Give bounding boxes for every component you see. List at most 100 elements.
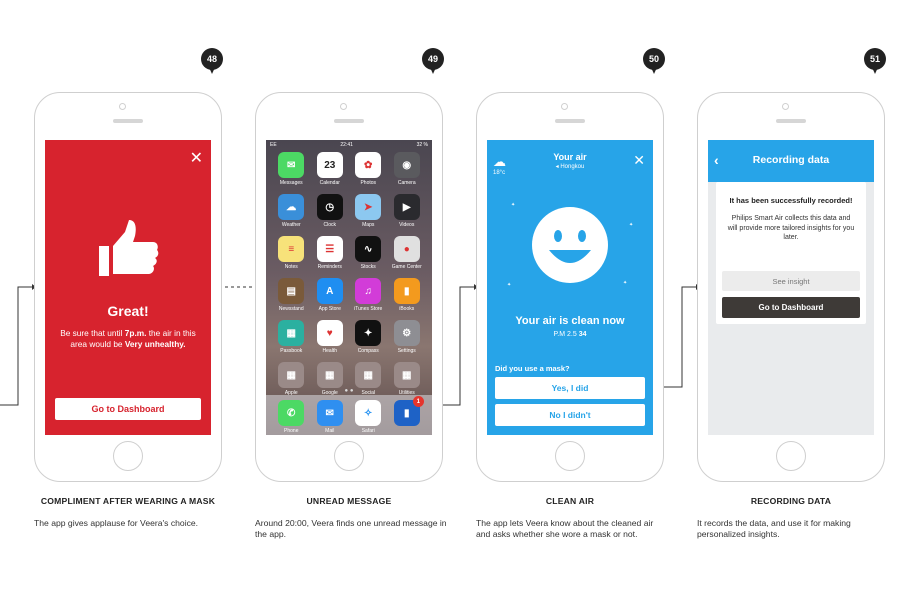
app-phone[interactable]: ✆ Phone [272,400,311,435]
health-icon: ♥ [316,320,343,346]
header-bar: ‹ Recording data [708,140,874,182]
app-label: Settings [397,348,416,354]
caption-description: The app gives applause for Veera's choic… [34,518,199,528]
app-health[interactable]: ♥ Health [311,320,350,354]
app-maps[interactable]: ➤ Maps [349,194,388,228]
temperature-label: 18°c [493,170,506,176]
safari-icon: ✧ [355,400,382,426]
app-philips-air-app[interactable]: ▮ 1 [388,396,427,435]
app-label: iBooks [399,306,415,312]
app-passbook[interactable]: ▦ Passbook [272,320,311,354]
dock: ✆ Phone ✉ Mail ✧ Safari ▮ 1 [266,395,432,435]
app-label: Game Center [391,264,422,270]
front-camera [782,103,789,110]
app-camera[interactable]: ◉ Camera [388,152,427,186]
app-ibooks[interactable]: ▮ iBooks [388,278,427,312]
app-safari[interactable]: ✧ Safari [349,400,388,435]
compass-icon: ✦ [355,320,382,346]
go-to-dashboard-button[interactable]: Go to Dashboard [55,398,201,420]
game-center-icon: ● [393,236,420,262]
speaker-grille [776,119,806,123]
go-to-dashboard-button[interactable]: Go to Dashboard [722,297,860,318]
settings-icon: ⚙ [393,320,420,346]
yes-mask-button[interactable]: Yes, I did [495,377,645,399]
apple-folder-icon: ▦ [278,362,305,388]
app-label: Compass [357,348,379,354]
caption-title: COMPLIMENT AFTER WEARING A MASK [40,496,216,506]
app-compass[interactable]: ✦ Compass [349,320,388,354]
home-button[interactable] [776,441,806,471]
passbook-icon: ▦ [278,320,305,346]
phone-mockup-clean-air: ☁ 18°c Your air ◂ Hongkou ✕ ✦ ✦ ✦ ✦ Your… [476,92,664,482]
speaker-grille [334,119,364,123]
app-label: Photos [360,180,377,186]
phone-mockup-unread-message: EE 22:41 32 % ✉ Messages 23 Calendar ✿ Photos… [255,92,443,482]
app-videos[interactable]: ▶ Videos [388,194,427,228]
app-newsstand[interactable]: ▤ Newsstand [272,278,311,312]
app-grid: ✉ Messages 23 Calendar ✿ Photos ◉ Camera ☁ Weathe… [272,152,426,396]
clock-time: 22:41 [340,142,353,148]
app-clock[interactable]: ◷ Clock [311,194,350,228]
recording-data-screen: ‹ Recording data It has been successfull… [708,140,874,435]
close-icon[interactable]: ✕ [190,148,203,168]
reminders-icon: ☰ [316,236,343,262]
front-camera [561,103,568,110]
app-label: Phone [284,428,299,434]
caption-title: RECORDING DATA [750,496,832,506]
photos-icon: ✿ [355,152,382,178]
app-label: Mail [325,428,335,434]
videos-icon: ▶ [393,194,420,220]
clock-icon: ◷ [316,194,343,220]
app-label: Maps [362,222,375,228]
app-itunes-store[interactable]: ♫ iTunes Store [349,278,388,312]
app-photos[interactable]: ✿ Photos [349,152,388,186]
app-label: Weather [281,222,301,228]
app-label: Safari [361,428,375,434]
app-game-center[interactable]: ● Game Center [388,236,427,270]
app-calendar[interactable]: 23 Calendar [311,152,350,186]
sparkle-icon: ✦ [507,282,512,288]
caption-description: Around 20:00, Veera finds one unread mes… [255,518,447,539]
app-label: Messages [279,180,303,186]
mask-question: Did you use a mask? [495,364,570,373]
itunes-store-icon: ♫ [355,278,382,304]
app-mail[interactable]: ✉ Mail [311,400,350,435]
app-reminders[interactable]: ☰ Reminders [311,236,350,270]
camera-icon: ◉ [393,152,420,178]
step-badge-50: 50 [643,48,665,76]
ios-home-screen: EE 22:41 32 % ✉ Messages 23 Calendar ✿ Photos… [266,140,432,435]
caption-title: UNREAD MESSAGE [306,496,392,506]
see-insight-button[interactable]: See insight [722,271,860,291]
app-label: Reminders [317,264,342,270]
speaker-grille [113,119,143,123]
app-app-store[interactable]: A App Store [311,278,350,312]
app-label: Newsstand [278,306,304,312]
calendar-icon: 23 [316,152,343,178]
compliment-screen: ✕ Great! Be sure that until 7p.m. the ai… [45,140,211,435]
status-bar: EE 22:41 32 % [266,140,432,150]
home-button[interactable] [334,441,364,471]
pm25-reading: P.M 2.5 34 [553,331,587,338]
newsstand-icon: ▤ [278,278,305,304]
home-button[interactable] [555,441,585,471]
phone-icon: ✆ [278,400,305,426]
no-mask-button[interactable]: No I didn't [495,404,645,426]
app-weather[interactable]: ☁ Weather [272,194,311,228]
caption-title: CLEAN AIR [545,496,595,506]
google-folder-icon: ▦ [316,362,343,388]
app-stocks[interactable]: ∿ Stocks [349,236,388,270]
app-notes[interactable]: ≡ Notes [272,236,311,270]
philips-air-app-icon: ▮ 1 [393,396,424,426]
social-folder-icon: ▦ [355,362,382,388]
home-button[interactable] [113,441,143,471]
app-messages[interactable]: ✉ Messages [272,152,311,186]
app-label: Stocks [360,264,376,270]
air-status-text: Your air is clean now [515,315,625,327]
ibooks-icon: ▮ [393,278,420,304]
app-label: Clock [323,222,336,228]
success-body: Philips Smart Air collects this data and… [727,215,855,241]
caption-description: It records the data, and use it for maki… [697,518,851,539]
app-settings[interactable]: ⚙ Settings [388,320,427,354]
close-icon[interactable]: ✕ [633,152,645,169]
step-badge-51: 51 [864,48,886,76]
